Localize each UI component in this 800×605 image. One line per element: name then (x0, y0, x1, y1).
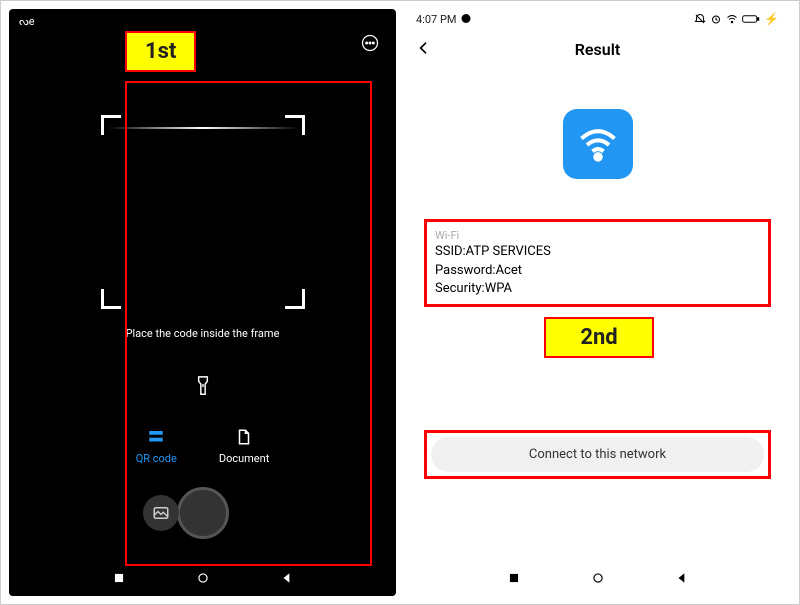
document-icon (235, 428, 253, 446)
connect-button[interactable]: Connect to this network (431, 437, 764, 472)
tab-document-label: Document (219, 452, 269, 465)
wifi-section-label: Wi-Fi (435, 228, 760, 243)
result-header: Result (404, 29, 791, 69)
chevron-left-icon (416, 40, 432, 56)
alarm-icon (710, 13, 722, 25)
wifi-status-icon (726, 13, 738, 25)
more-options-icon[interactable] (360, 33, 380, 58)
wifi-info-box: Wi-Fi SSID:ATP SERVICES Password:Acet Se… (424, 219, 771, 307)
scan-instruction: Place the code inside the frame (126, 327, 280, 340)
scan-area: Place the code inside the frame QR code (9, 117, 396, 539)
nav-back-icon[interactable] (280, 571, 294, 585)
nav-recents-icon[interactable] (112, 571, 126, 585)
dnd-icon (694, 13, 706, 25)
status-time: 4:07 PM (416, 13, 456, 26)
messenger-icon (460, 13, 472, 25)
charging-icon: ⚡ (764, 12, 779, 26)
gallery-button[interactable] (143, 495, 179, 531)
back-button[interactable] (416, 37, 432, 61)
status-bar-left: ᔓe (9, 9, 396, 33)
qr-code-icon (147, 428, 165, 446)
status-bar-right: 4:07 PM ⚡ (404, 9, 791, 29)
wifi-security: Security:WPA (435, 280, 760, 298)
scan-mode-tabs: QR code Document (136, 428, 270, 465)
phone-result: 4:07 PM ⚡ Result (404, 9, 791, 596)
shutter-button[interactable] (177, 487, 229, 539)
status-icons: ⚡ (694, 12, 779, 26)
callout-first: 1st (125, 31, 196, 72)
nav-bar-right (404, 560, 791, 596)
wifi-icon (576, 122, 620, 166)
flashlight-button[interactable] (194, 374, 212, 400)
phone-scanner: ᔓe 1st Place the code inside the frame (9, 9, 396, 596)
nav-home-icon[interactable] (196, 571, 210, 585)
nav-bar-left (9, 560, 396, 596)
wifi-ssid: SSID:ATP SERVICES (435, 243, 760, 261)
gallery-icon (152, 504, 170, 522)
callout-second: 2nd (544, 317, 654, 358)
wifi-password: Password:Acet (435, 262, 760, 280)
nav-recents-icon[interactable] (507, 571, 521, 585)
tab-qr-label: QR code (136, 452, 177, 465)
carrier-icon: ᔓe (19, 15, 35, 28)
tab-document[interactable]: Document (219, 428, 269, 465)
tab-qr-code[interactable]: QR code (136, 428, 177, 465)
highlight-frame-connect: Connect to this network (424, 430, 771, 479)
qr-viewfinder[interactable] (103, 117, 303, 307)
nav-home-icon[interactable] (591, 571, 605, 585)
page-title: Result (575, 40, 620, 59)
wifi-tile-icon (563, 109, 633, 179)
nav-back-icon[interactable] (675, 571, 689, 585)
battery-icon (742, 14, 760, 24)
